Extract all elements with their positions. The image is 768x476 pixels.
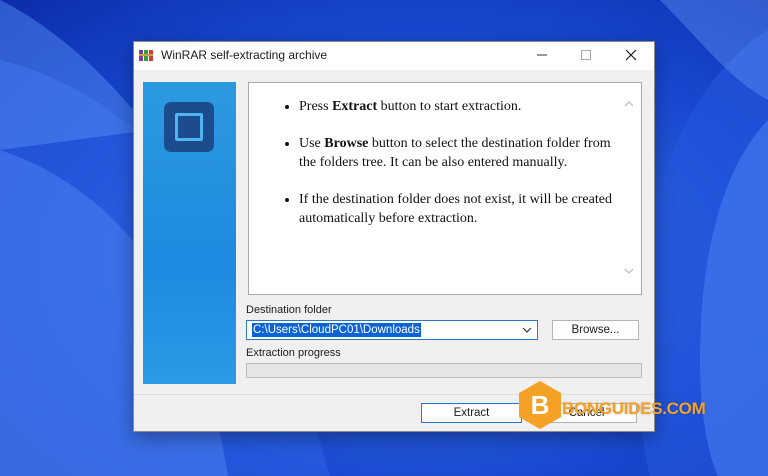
sfx-dialog: WinRAR self-extracting archive Press Ext… — [133, 41, 655, 432]
instruction-item: If the destination folder does not exist… — [299, 190, 617, 228]
extraction-progress-bar — [246, 363, 642, 378]
extraction-progress-label: Extraction progress — [246, 347, 341, 359]
close-icon — [625, 49, 637, 61]
instruction-bold: Extract — [332, 99, 378, 114]
instruction-list: Press Extract button to start extraction… — [285, 97, 617, 246]
instruction-bold: Browse — [324, 136, 369, 151]
info-text-box[interactable]: Press Extract button to start extraction… — [248, 82, 642, 295]
destination-folder-label: Destination folder — [246, 304, 332, 316]
scroll-down-icon[interactable] — [622, 264, 636, 278]
destination-path-value[interactable]: C:\Users\CloudPC01\Downloads — [252, 323, 421, 337]
minimize-button[interactable] — [520, 42, 564, 68]
footer-divider — [134, 394, 654, 395]
close-button[interactable] — [609, 42, 653, 68]
watermark-text: BONGUIDES.COM — [562, 399, 706, 418]
instruction-text: button to start extraction. — [377, 99, 522, 114]
watermark-letter: B — [531, 390, 550, 420]
window-title: WinRAR self-extracting archive — [161, 48, 328, 62]
instruction-text: Use — [299, 136, 325, 151]
instruction-text: Press — [299, 99, 333, 114]
side-banner — [143, 82, 236, 384]
minimize-icon — [537, 54, 547, 56]
extract-button[interactable]: Extract — [421, 403, 522, 423]
instruction-item: Press Extract button to start extraction… — [299, 97, 617, 116]
winrar-books-icon — [139, 50, 153, 61]
instruction-text: If the destination folder does not exist… — [299, 192, 612, 226]
browse-button[interactable]: Browse... — [552, 320, 639, 340]
logo-square — [175, 113, 203, 141]
chevron-down-icon[interactable] — [521, 324, 533, 336]
maximize-icon — [581, 50, 591, 60]
winrar-logo-icon — [164, 102, 214, 152]
title-bar[interactable]: WinRAR self-extracting archive — [134, 42, 654, 70]
instruction-item: Use Browse button to select the destinat… — [299, 134, 617, 172]
destination-path-combobox[interactable]: C:\Users\CloudPC01\Downloads — [246, 320, 538, 340]
maximize-button[interactable] — [564, 42, 608, 68]
scroll-up-icon[interactable] — [622, 97, 636, 111]
bonguides-logo-icon: B — [519, 381, 561, 429]
